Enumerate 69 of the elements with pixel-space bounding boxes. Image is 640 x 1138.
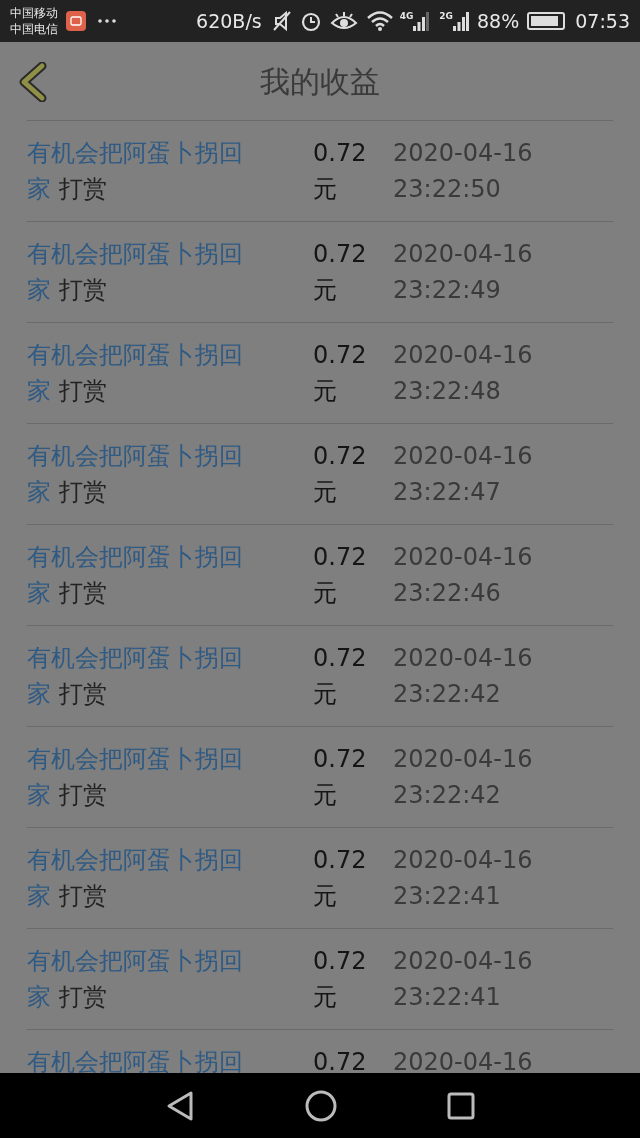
amount: 0.72 — [313, 239, 367, 270]
amount: 0.72 — [313, 643, 367, 674]
reward-entry: 有机会把阿蛋卜拐回家 打赏 — [27, 542, 244, 609]
amount: 0.72 — [313, 340, 367, 371]
amount: 0.72 — [313, 138, 367, 169]
currency-unit: 元 — [313, 275, 337, 306]
record-time: 23:22:41 — [393, 982, 501, 1013]
currency-unit: 元 — [313, 679, 337, 710]
alarm-icon — [299, 10, 322, 32]
eye-icon — [329, 11, 358, 31]
currency-unit: 元 — [313, 881, 337, 912]
signal-icon — [453, 11, 469, 31]
record-date: 2020-04-16 — [393, 138, 533, 169]
record-date: 2020-04-16 — [393, 340, 533, 371]
record-time: 23:22:42 — [393, 780, 501, 811]
currency-unit: 元 — [313, 780, 337, 811]
battery-icon — [527, 12, 566, 30]
reward-entry: 有机会把阿蛋卜拐回家 打赏 — [27, 340, 244, 407]
record-date: 2020-04-16 — [393, 946, 533, 977]
record-date: 2020-04-16 — [393, 845, 533, 876]
amount: 0.72 — [313, 542, 367, 573]
record-date: 2020-04-16 — [393, 239, 533, 270]
record-date: 2020-04-16 — [393, 441, 533, 472]
reward-entry: 有机会把阿蛋卜拐回家 打赏 — [27, 239, 244, 306]
back-icon[interactable] — [18, 62, 48, 102]
mail-icon — [66, 11, 86, 31]
battery-percent: 88% — [477, 8, 520, 34]
record-date: 2020-04-16 — [393, 1047, 533, 1073]
square-icon[interactable] — [447, 1091, 475, 1120]
record-time: 23:22:49 — [393, 275, 501, 306]
reward-entry: 有机会把阿蛋卜拐回家 打赏 — [27, 441, 244, 508]
record-date: 2020-04-16 — [393, 643, 533, 674]
amount: 0.72 — [313, 845, 367, 876]
currency-unit: 元 — [313, 982, 337, 1013]
reward-entry: 有机会把阿蛋卜拐回家 打赏 — [27, 138, 244, 205]
record-time: 23:22:50 — [393, 174, 501, 205]
record-time: 23:22:47 — [393, 477, 501, 508]
network-type: 4G — [399, 11, 414, 21]
reward-entry: 有机会把阿蛋卜拐回家 打赏 — [27, 643, 244, 710]
amount: 0.72 — [313, 441, 367, 472]
currency-unit: 元 — [313, 376, 337, 407]
mute-icon — [271, 10, 292, 32]
reward-entry: 有机会把阿蛋卜拐回家 打赏 — [27, 744, 244, 811]
carrier-name: 中国电信 — [10, 21, 58, 37]
record-time: 23:22:48 — [393, 376, 501, 407]
clock: 07:53 — [575, 8, 630, 34]
network-type: 2G — [439, 11, 453, 21]
network-speed: 620B/s — [196, 8, 262, 34]
reward-entry: 有机会把阿蛋卜拐回家 打赏 — [27, 845, 244, 912]
back-icon[interactable] — [165, 1089, 195, 1122]
record-time: 23:22:41 — [393, 881, 501, 912]
wifi-icon — [365, 10, 394, 32]
currency-unit: 元 — [313, 174, 337, 205]
more-icon — [98, 19, 116, 23]
amount: 0.72 — [313, 744, 367, 775]
record-time: 23:22:46 — [393, 578, 501, 609]
reward-entry: 有机会把阿蛋卜拐回 — [27, 1047, 244, 1073]
record-date: 2020-04-16 — [393, 542, 533, 573]
page-title: 我的收益 — [260, 62, 380, 101]
record-date: 2020-04-16 — [393, 744, 533, 775]
amount: 0.72 — [313, 946, 367, 977]
currency-unit: 元 — [313, 578, 337, 609]
carrier-name: 中国移动 — [10, 5, 58, 21]
currency-unit: 元 — [313, 477, 337, 508]
amount: 0.72 — [313, 1047, 367, 1073]
record-time: 23:22:42 — [393, 679, 501, 710]
home-icon[interactable] — [305, 1089, 337, 1122]
reward-entry: 有机会把阿蛋卜拐回家 打赏 — [27, 946, 244, 1013]
signal-icon — [413, 11, 430, 31]
